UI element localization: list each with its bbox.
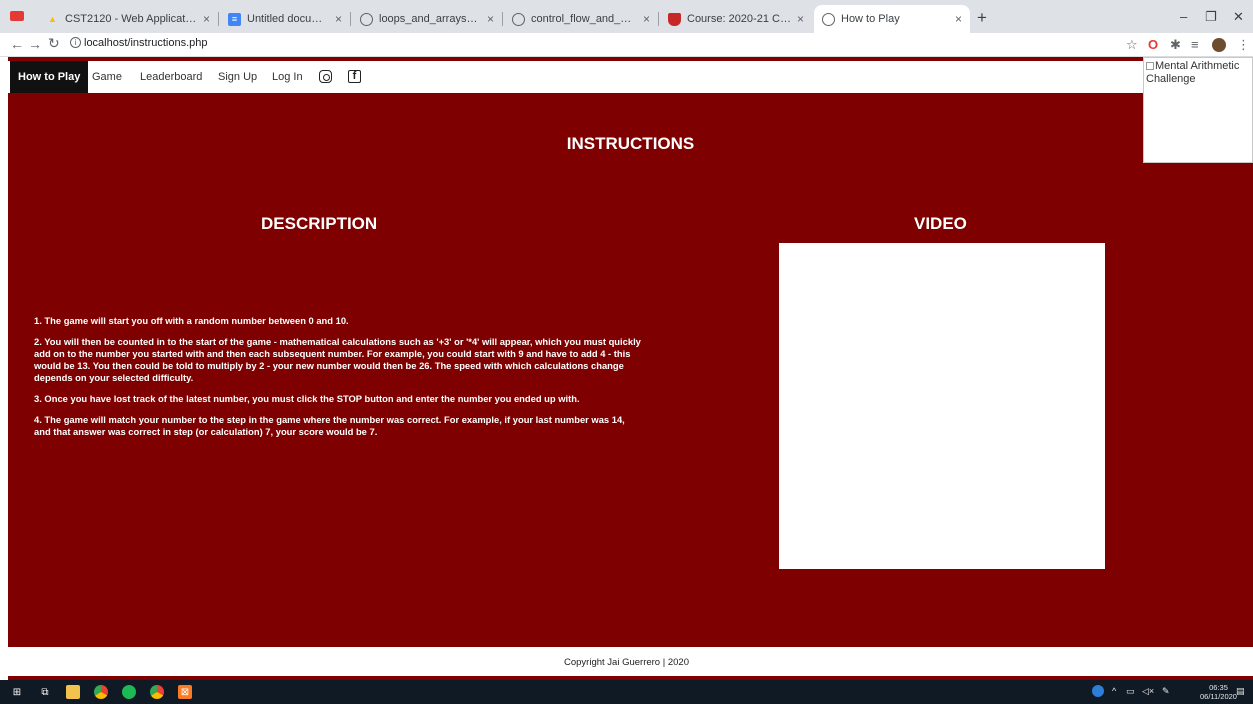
reload-icon[interactable]: ↻ xyxy=(48,35,60,52)
chrome-icon-2[interactable] xyxy=(150,685,164,699)
globe-icon xyxy=(822,12,835,26)
youtube-icon[interactable] xyxy=(10,11,24,21)
description-heading: DESCRIPTION xyxy=(261,214,378,233)
tab-separator xyxy=(218,12,219,26)
page-title: INSTRUCTIONS xyxy=(566,134,695,153)
chrome-icon[interactable] xyxy=(94,685,108,699)
opera-icon[interactable]: O xyxy=(1148,37,1158,52)
close-icon[interactable]: × xyxy=(487,12,494,26)
browser-tab-1[interactable]: ▲ CST2120 - Web Applications and × xyxy=(38,5,218,33)
browser-tab-2[interactable]: ≡ Untitled document - Google Doc × xyxy=(220,5,350,33)
google-docs-icon: ≡ xyxy=(228,12,241,26)
clock-time: 06:35 xyxy=(1209,683,1228,692)
back-icon[interactable]: ← xyxy=(10,36,24,52)
tray-chevron-icon[interactable]: ^ xyxy=(1112,686,1116,696)
restore-icon[interactable]: ❐ xyxy=(1205,9,1217,25)
volume-icon[interactable]: ◁× xyxy=(1142,686,1154,697)
shield-icon xyxy=(668,12,681,26)
instagram-icon[interactable] xyxy=(319,70,332,83)
browser-tab-3[interactable]: loops_and_arrays_lab.pdf × xyxy=(352,5,502,33)
window-close-icon[interactable]: ✕ xyxy=(1233,9,1244,25)
browser-tab-strip: ▲ CST2120 - Web Applications and × ≡ Unt… xyxy=(0,0,1253,33)
globe-icon xyxy=(512,12,525,26)
windows-start-icon[interactable]: ⊞ xyxy=(10,685,24,699)
close-icon[interactable]: × xyxy=(955,12,962,26)
network-icon[interactable]: ▭ xyxy=(1126,686,1135,697)
notifications-icon[interactable]: ▤ xyxy=(1236,686,1245,697)
nav-leaderboard[interactable]: Leaderboard xyxy=(140,61,202,93)
instruction-step: 2. You will then be counted in to the st… xyxy=(34,336,641,383)
xampp-icon[interactable]: ⊠ xyxy=(178,685,192,699)
clock-date: 06/11/2020 xyxy=(1200,692,1237,701)
nav-log-in[interactable]: Log In xyxy=(272,61,303,93)
info-icon[interactable]: i xyxy=(70,37,81,48)
pen-icon[interactable]: ✎ xyxy=(1162,686,1170,697)
profile-avatar-icon[interactable] xyxy=(1212,38,1226,52)
close-icon[interactable]: × xyxy=(643,12,650,26)
help-icon[interactable] xyxy=(1092,685,1104,697)
browser-tab-active[interactable]: How to Play × xyxy=(814,5,970,33)
broken-image-icon xyxy=(1146,62,1154,70)
close-icon[interactable]: × xyxy=(797,12,804,26)
browser-toolbar: ← → ↻ i localhost/instructions.php ☆ O ✱… xyxy=(0,33,1253,57)
instruction-step: 3. Once you have lost track of the lates… xyxy=(34,393,580,404)
tab-separator xyxy=(502,12,503,26)
extensions-icon[interactable]: ✱ xyxy=(1170,37,1181,53)
instructions-list: 1. The game will start you off with a ra… xyxy=(34,315,644,447)
google-drive-icon: ▲ xyxy=(48,14,57,24)
file-explorer-icon[interactable] xyxy=(66,685,80,699)
video-player[interactable] xyxy=(779,243,1105,569)
os-taskbar: ⊞ ⧉ ⊠ ^ ▭ ◁× ✎ 06:35 06/11/2020 ▤ xyxy=(0,680,1253,704)
system-clock[interactable]: 06:35 06/11/2020 xyxy=(1200,683,1237,701)
instruction-step: 4. The game will match your number to th… xyxy=(34,414,625,437)
task-view-icon[interactable]: ⧉ xyxy=(38,685,52,699)
forward-icon[interactable]: → xyxy=(28,36,42,52)
logo-alt-text: Mental Arithmetic Challenge xyxy=(1146,60,1240,85)
spotify-icon[interactable] xyxy=(122,685,136,699)
bookmark-star-icon[interactable]: ☆ xyxy=(1126,37,1138,53)
page-body: How to Play Game Leaderboard Sign Up Log… xyxy=(8,57,1253,647)
instruction-step: 1. The game will start you off with a ra… xyxy=(34,315,349,326)
nav-bar: How to Play Game Leaderboard Sign Up Log… xyxy=(8,61,1143,93)
tab-separator xyxy=(658,12,659,26)
new-tab-icon[interactable]: + xyxy=(977,8,987,28)
menu-icon[interactable]: ⋮ xyxy=(1237,37,1250,53)
nav-game[interactable]: Game xyxy=(92,61,122,93)
minimize-icon[interactable]: – xyxy=(1180,9,1187,24)
address-bar[interactable]: localhost/instructions.php xyxy=(84,37,208,49)
footer-copyright: Copyright Jai Guerrero | 2020 xyxy=(564,657,689,668)
tab-separator xyxy=(350,12,351,26)
browser-tab-4[interactable]: control_flow_and_debugging.pdf × xyxy=(504,5,658,33)
facebook-icon[interactable]: f xyxy=(348,70,361,83)
reading-list-icon[interactable]: ≡ xyxy=(1191,37,1199,52)
video-heading: VIDEO xyxy=(914,214,967,233)
close-icon[interactable]: × xyxy=(335,12,342,26)
browser-tab-5[interactable]: Course: 2020-21 CST2120 Web A × xyxy=(660,5,812,33)
globe-icon xyxy=(360,12,373,26)
nav-how-to-play[interactable]: How to Play xyxy=(10,61,89,93)
nav-sign-up[interactable]: Sign Up xyxy=(218,61,257,93)
close-icon[interactable]: × xyxy=(203,12,210,26)
